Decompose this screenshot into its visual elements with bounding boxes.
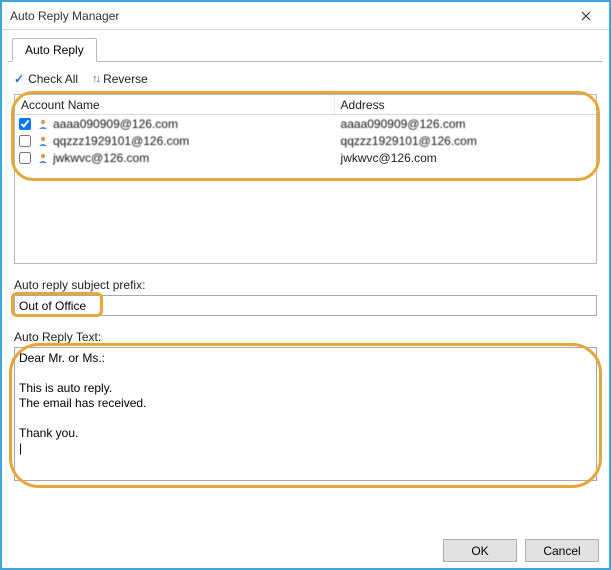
reply-text-input[interactable] (14, 347, 597, 481)
close-button[interactable] (569, 5, 603, 27)
row-checkbox[interactable] (19, 135, 31, 147)
tab-label: Auto Reply (25, 43, 84, 57)
list-body: aaaa090909@126.com aaaa090909@126.com qq… (15, 115, 596, 166)
titlebar: Auto Reply Manager (2, 2, 609, 30)
row-account: qqzzz1929101@126.com (51, 134, 335, 148)
list-toolbar: ✓ Check All ↑↓ Reverse (14, 72, 597, 86)
account-list: Account Name Address aaaa090909@126.com … (14, 94, 597, 264)
row-checkbox[interactable] (19, 118, 31, 130)
check-icon: ✓ (14, 72, 24, 86)
list-row[interactable]: jwkwvc@126.com jwkwvc@126.com (15, 149, 596, 166)
list-header: Account Name Address (15, 95, 596, 115)
ok-button[interactable]: OK (443, 539, 517, 562)
check-all-label: Check All (28, 72, 78, 86)
reverse-label: Reverse (103, 72, 148, 86)
person-icon (35, 135, 51, 147)
dialog-footer: OK Cancel (443, 539, 599, 562)
row-address: jwkwvc@126.com (335, 151, 596, 165)
list-row[interactable]: qqzzz1929101@126.com qqzzz1929101@126.co… (15, 132, 596, 149)
reverse-button[interactable]: ↑↓ Reverse (92, 72, 148, 86)
row-account: jwkwvc@126.com (51, 151, 335, 165)
check-all-button[interactable]: ✓ Check All (14, 72, 78, 86)
close-icon (581, 11, 591, 21)
row-checkbox[interactable] (19, 152, 31, 164)
person-icon (35, 118, 51, 130)
col-header-address[interactable]: Address (335, 95, 596, 114)
subject-prefix-input[interactable] (14, 295, 597, 316)
row-address: aaaa090909@126.com (335, 117, 596, 131)
content-area: ✓ Check All ↑↓ Reverse Account Name Addr… (2, 62, 609, 490)
reverse-icon: ↑↓ (92, 73, 99, 85)
tab-auto-reply[interactable]: Auto Reply (12, 38, 97, 62)
person-icon (35, 152, 51, 164)
row-address: qqzzz1929101@126.com (335, 134, 596, 148)
cancel-button[interactable]: Cancel (525, 539, 599, 562)
row-account: aaaa090909@126.com (51, 117, 335, 131)
reply-text-label: Auto Reply Text: (14, 330, 597, 344)
col-header-account[interactable]: Account Name (15, 95, 335, 114)
list-row[interactable]: aaaa090909@126.com aaaa090909@126.com (15, 115, 596, 132)
window-title: Auto Reply Manager (10, 9, 569, 23)
tab-bar: Auto Reply (8, 34, 603, 62)
subject-prefix-label: Auto reply subject prefix: (14, 278, 597, 292)
